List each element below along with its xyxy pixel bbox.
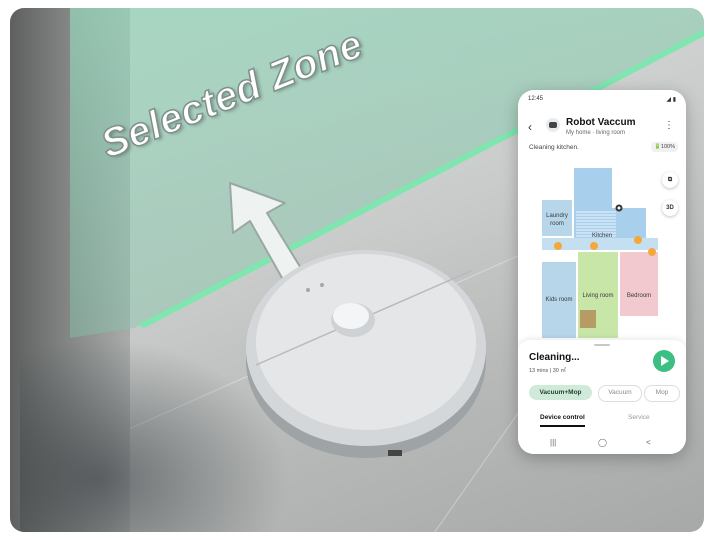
room-label: Living room: [582, 293, 614, 299]
home-icon[interactable]: ◯: [598, 438, 607, 447]
product-photo: Selected Zone 12:45 ◢ ▮ ‹ Robot Vaccum M…: [10, 8, 704, 532]
control-sheet: Cleaning... 13 mins | 30 ㎡ Vacuum+Mop Va…: [518, 340, 686, 454]
room-label: Bedroom: [626, 293, 652, 299]
back-icon[interactable]: <: [646, 438, 651, 447]
recents-icon[interactable]: |||: [550, 438, 556, 447]
cleaning-status: Cleaning kitchen.: [529, 144, 579, 151]
cleaning-subtitle: 13 mins | 30 ㎡: [529, 368, 566, 374]
more-vertical-icon[interactable]: ⋮: [664, 120, 674, 131]
device-name: Robot Vaccum: [566, 117, 636, 128]
battery-badge: 🔋100%: [651, 142, 678, 152]
mode-vacuum-mop[interactable]: Vacuum+Mop: [529, 385, 592, 400]
room-label: Kids room: [545, 297, 573, 303]
system-nav-bar: ||| ◯ <: [518, 436, 686, 454]
status-time: 12:45: [528, 96, 544, 102]
cleaning-title: Cleaning...: [529, 352, 580, 363]
status-bar: 12:45 ◢ ▮: [528, 96, 676, 106]
phone-app-screen: 12:45 ◢ ▮ ‹ Robot Vaccum My home · livin…: [518, 90, 686, 454]
room-label: Laundry room: [546, 213, 568, 227]
play-icon[interactable]: [653, 350, 675, 372]
chevron-left-icon[interactable]: ‹: [528, 120, 532, 134]
signal-battery-icon: ◢ ▮: [666, 97, 676, 103]
drag-handle[interactable]: [594, 344, 610, 346]
app-header: ‹ Robot Vaccum My home · living room ⋮: [518, 114, 686, 140]
room-label: Kitchen: [591, 233, 612, 239]
robot-device-icon: [546, 118, 560, 132]
tab-device-control[interactable]: Device control: [540, 414, 585, 427]
robot-vacuum: [246, 250, 486, 458]
room-bedroom[interactable]: [620, 252, 658, 316]
tab-service[interactable]: Service: [628, 414, 650, 421]
device-location: My home · living room: [566, 130, 626, 136]
view-3d-button[interactable]: 3D: [662, 200, 678, 216]
layers-icon[interactable]: ⧉: [662, 172, 678, 188]
mode-vacuum[interactable]: Vacuum: [598, 385, 642, 402]
mode-mop[interactable]: Mop: [644, 385, 680, 402]
floor-plan: [542, 168, 658, 338]
floor-map[interactable]: Laundry room Kitchen Kids room Living ro…: [518, 160, 686, 340]
